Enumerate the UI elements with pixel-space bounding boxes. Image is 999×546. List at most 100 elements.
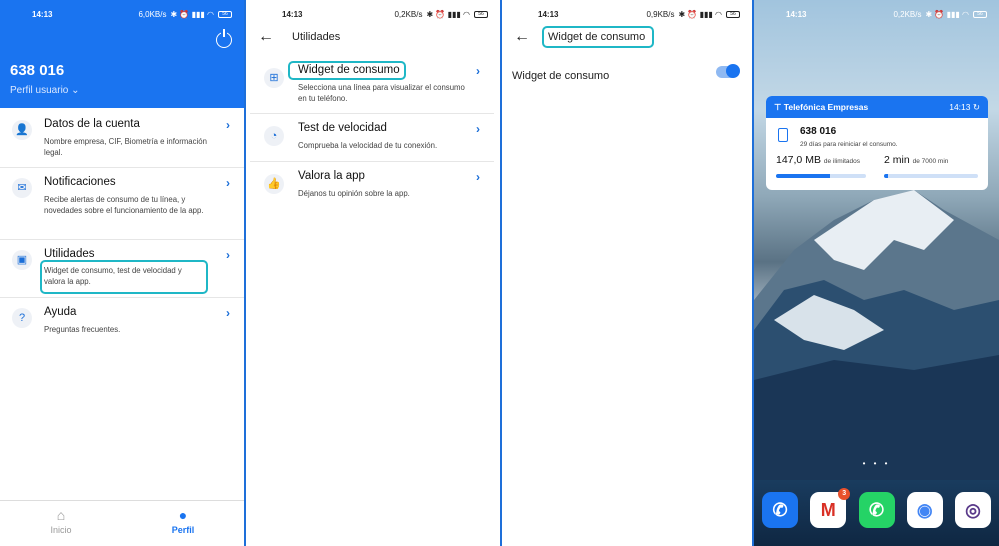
menu-item-desc: Déjanos tu opinión sobre la app. (298, 189, 410, 198)
widget-phone-number: 638 016 (800, 126, 837, 137)
menu-item-utilities[interactable]: ▣ Utilidades Widget de consumo, test de … (0, 240, 244, 298)
widget-brand: Telefónica Empresas (783, 102, 869, 112)
page-indicator: • • • (862, 459, 891, 468)
status-bar: 14:13 6,0KB/s ✱ ⏰ ▮▮▮ ◠ 56 (0, 0, 244, 28)
data-progress-bar (776, 174, 866, 178)
chevron-right-icon: › (226, 248, 230, 262)
gmail-glyph: M (820, 500, 836, 520)
status-right: 0,2KB/s ✱ ⏰ ▮▮▮ ◠ 56 (893, 10, 987, 19)
menu-item-widget[interactable]: ⊞ Widget de consumo Selecciona una línea… (250, 56, 494, 114)
consumption-widget[interactable]: ⊤ Telefónica Empresas 14:13 ↻ 638 016 29… (766, 96, 988, 190)
speedometer-icon: ◔ (264, 126, 284, 146)
bottom-tab-bar: ⌂ Inicio ● Perfil (0, 500, 244, 546)
status-right: 6,0KB/s ✱ ⏰ ▮▮▮ ◠ 56 (138, 10, 232, 19)
minutes-unit: de 7000 min (912, 158, 949, 165)
status-bar: 14:13 0,2KB/s ✱ ⏰ ▮▮▮ ◠ 56 (246, 0, 500, 28)
widget-time: 14:13 ↻ (949, 102, 980, 113)
menu-item-title: Notificaciones (44, 176, 116, 188)
menu-item-title: Test de velocidad (298, 122, 387, 134)
minutes-value: 2 min (884, 154, 910, 166)
mountain-wallpaper (754, 190, 999, 480)
phone-app-icon[interactable]: ✆ (762, 492, 798, 528)
network-speed: 0,2KB/s (394, 9, 423, 19)
notification-badge: 3 (838, 488, 851, 500)
brand-logo-icon: ⊤ (774, 102, 784, 112)
highlight-frame (288, 61, 406, 80)
chevron-right-icon: › (226, 306, 230, 320)
chevron-right-icon: › (476, 122, 480, 136)
box-icon: ▣ (12, 250, 32, 270)
menu-item-notifications[interactable]: ✉ Notificaciones Recibe alertas de consu… (0, 168, 244, 240)
widget-time-text: 14:13 (949, 102, 971, 112)
phone-number: 638 016 (10, 62, 65, 79)
menu-item-desc: Selecciona una línea para visualizar el … (298, 83, 465, 103)
camera-app-icon[interactable]: ◎ (955, 492, 991, 528)
status-bar: 14:13 0,2KB/s ✱ ⏰ ▮▮▮ ◠ 56 (754, 0, 999, 28)
menu-item-title: Ayuda (44, 306, 77, 318)
back-arrow-icon[interactable]: ← (514, 28, 530, 46)
chevron-right-icon: › (226, 176, 230, 190)
minutes-progress-bar (884, 174, 978, 178)
widget-toggle-row[interactable]: Widget de consumo (512, 64, 740, 86)
chevron-right-icon: › (476, 64, 480, 78)
help-icon: ? (12, 308, 32, 328)
screenshot-collage: 14:13 6,0KB/s ✱ ⏰ ▮▮▮ ◠ 56 638 016 Perfi… (0, 0, 999, 546)
menu-item-desc: Recibe alertas de consumo de tu línea, y… (44, 195, 204, 215)
menu-item-title: Valora la app (298, 170, 365, 182)
chrome-app-icon[interactable]: ◉ (906, 492, 943, 528)
chevron-right-icon: › (226, 118, 230, 132)
data-usage: 147,0 MB de ilimitados (776, 154, 860, 166)
status-time: 14:13 (32, 9, 53, 19)
chevron-right-icon: › (476, 170, 480, 184)
menu-item-desc: Comprueba la velocidad de tu conexión. (298, 141, 438, 150)
chevron-down-icon: ⌄ (71, 85, 80, 96)
minutes-usage: 2 min de 7000 min (884, 154, 948, 166)
widget-settings-screen: 14:13 0,9KB/s ✱ ⏰ ▮▮▮ ◠ 56 ← Widget de c… (502, 0, 754, 546)
utilities-screen: 14:13 0,2KB/s ✱ ⏰ ▮▮▮ ◠ 56 ← Utilidades … (246, 0, 502, 546)
highlight-frame (40, 260, 208, 294)
home-screen: 14:13 0,2KB/s ✱ ⏰ ▮▮▮ ◠ 56 ⊤ Telefónica … (754, 0, 999, 546)
whatsapp-app-icon[interactable]: ✆ (858, 492, 895, 528)
menu-item-title: Datos de la cuenta (44, 118, 140, 130)
app-dock: ✆ M3 ✆ ◉ ◎ (762, 488, 991, 528)
status-right: 0,2KB/s ✱ ⏰ ▮▮▮ ◠ 56 (394, 10, 488, 19)
top-app-bar: ← Widget de consumo (502, 26, 752, 50)
network-speed: 0,9KB/s (646, 9, 675, 19)
top-app-bar: ← Utilidades (246, 28, 500, 50)
menu-item-help[interactable]: ? Ayuda Preguntas frecuentes. › (0, 298, 244, 346)
power-icon[interactable] (216, 29, 232, 48)
menu-item-desc: Nombre empresa, CIF, Biometría e informa… (44, 137, 207, 157)
battery-icon: 56 (474, 10, 488, 18)
profile-label: Perfil usuario (10, 85, 69, 96)
menu-item-speed-test[interactable]: ◔ Test de velocidad Comprueba la velocid… (250, 114, 494, 162)
page-title: Utilidades (292, 31, 341, 43)
menu-item-title: Utilidades (44, 248, 95, 260)
toggle-knob (726, 64, 740, 78)
status-bar: 14:13 0,9KB/s ✱ ⏰ ▮▮▮ ◠ 56 (502, 0, 752, 28)
widget-toggle-switch[interactable] (716, 64, 740, 78)
tab-inicio[interactable]: ⌂ Inicio (0, 501, 122, 546)
tab-perfil[interactable]: ● Perfil (122, 501, 244, 546)
widget-subtitle: 29 días para reiniciar el consumo. (800, 141, 898, 148)
profile-header: 14:13 6,0KB/s ✱ ⏰ ▮▮▮ ◠ 56 638 016 Perfi… (0, 0, 244, 108)
toggle-label: Widget de consumo (512, 70, 610, 82)
refresh-icon[interactable]: ↻ (973, 102, 980, 112)
gmail-app-icon[interactable]: M3 (810, 488, 851, 528)
battery-icon: 56 (726, 10, 740, 18)
network-speed: 0,2KB/s (893, 9, 922, 19)
thumbs-up-icon: 👍 (264, 174, 284, 194)
status-time: 14:13 (282, 9, 303, 19)
menu-item-desc: Preguntas frecuentes. (44, 325, 121, 334)
tab-label: Inicio (50, 525, 72, 535)
data-unit: de ilimitados (823, 158, 861, 165)
widget-header: ⊤ Telefónica Empresas 14:13 ↻ (766, 96, 988, 118)
network-speed: 6,0KB/s (138, 9, 167, 19)
highlight-frame (542, 26, 654, 48)
back-arrow-icon[interactable]: ← (258, 28, 274, 46)
battery-icon: 56 (218, 10, 232, 18)
profile-selector[interactable]: Perfil usuario ⌄ (10, 85, 80, 96)
menu-item-account[interactable]: 👤 Datos de la cuenta Nombre empresa, CIF… (0, 110, 244, 168)
menu-item-rate-app[interactable]: 👍 Valora la app Déjanos tu opinión sobre… (250, 162, 494, 210)
data-value: 147,0 MB (776, 154, 821, 166)
status-time: 14:13 (786, 9, 807, 19)
